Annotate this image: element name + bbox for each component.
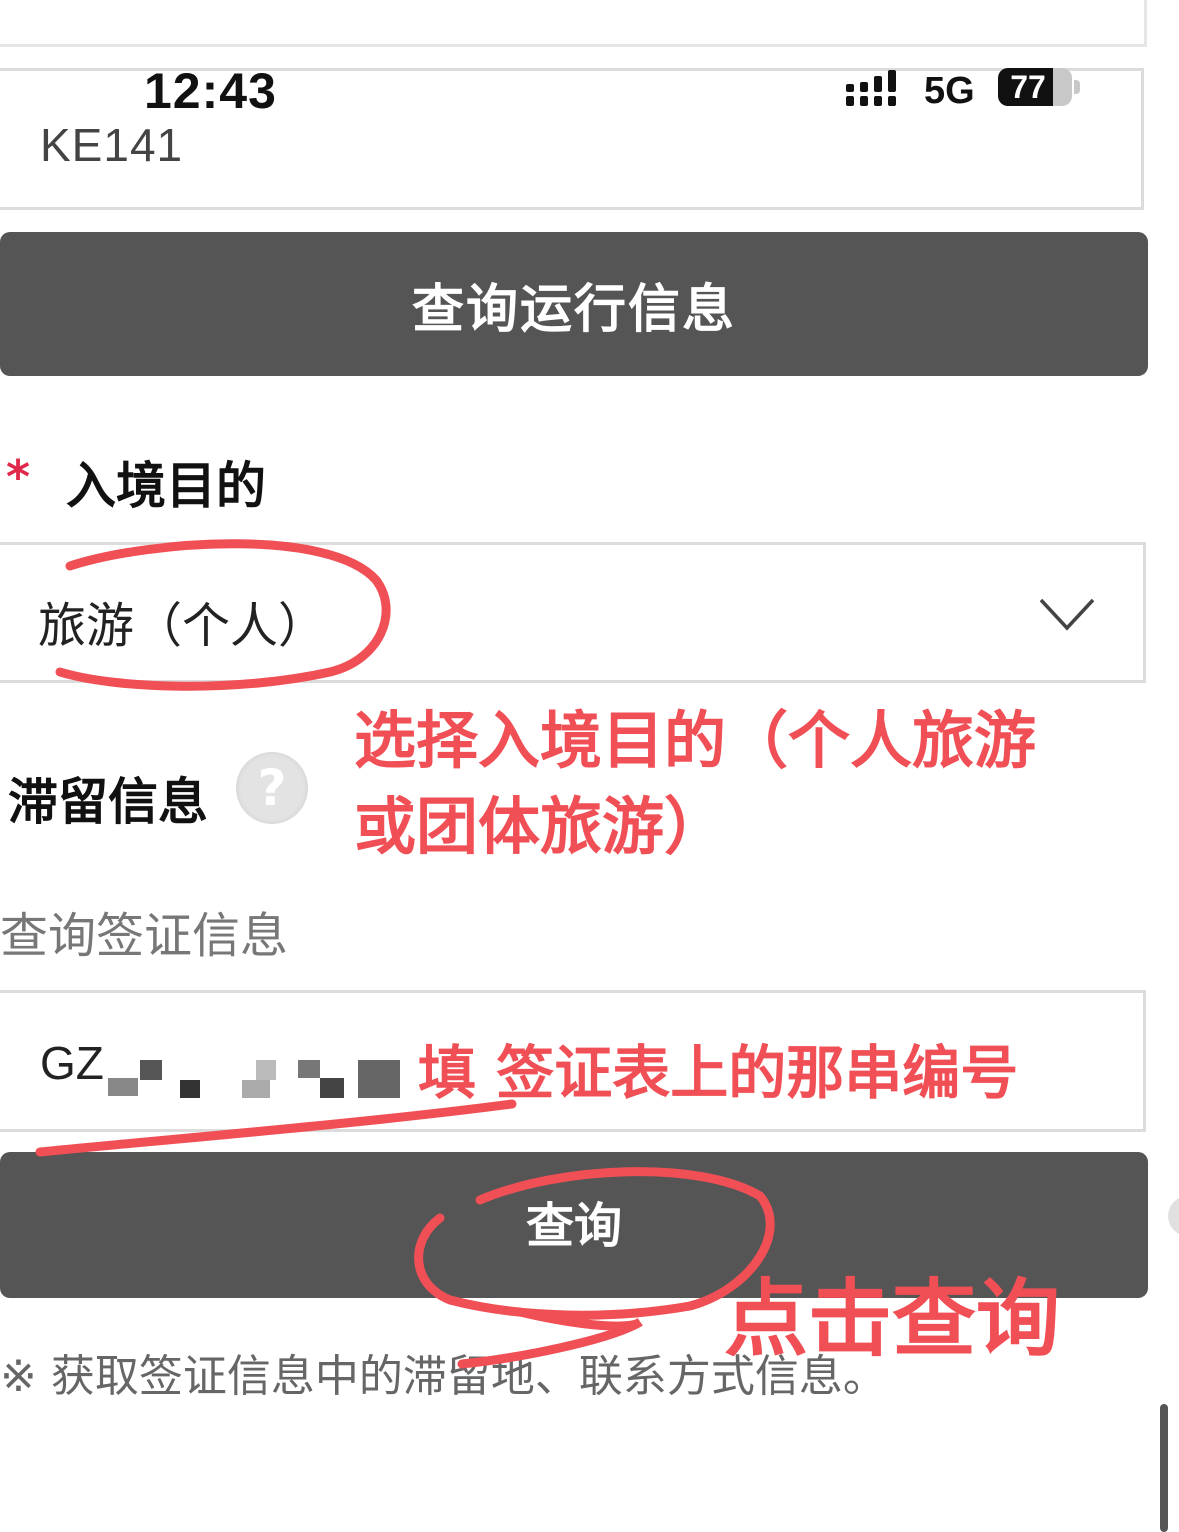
stay-info-label: 滞留信息	[8, 773, 208, 831]
edge-handle	[1168, 1196, 1179, 1236]
annotation-fill-visa-number: 填 签证表上的那串编号	[418, 1039, 1019, 1107]
query-button-label: 查询	[525, 1198, 622, 1254]
annotation-select-purpose-line2: 或团体旅游）	[354, 790, 727, 863]
redacted-visa-digits	[108, 1056, 408, 1100]
network-type: 5G	[924, 70, 975, 112]
signal-icon	[846, 70, 896, 106]
required-mark: *	[6, 450, 31, 504]
annotation-click-query: 点击查询	[724, 1270, 1061, 1368]
chevron-down-icon[interactable]	[1038, 596, 1096, 634]
scrollbar-thumb[interactable]	[1160, 1404, 1168, 1532]
help-glyph: ?	[257, 759, 287, 817]
status-time: 12:43	[144, 63, 277, 119]
battery-tip	[1074, 80, 1080, 94]
help-icon[interactable]: ?	[236, 752, 308, 824]
battery-level: 77	[1010, 69, 1046, 105]
annotation-select-purpose-line1: 选择入境目的（个人旅游	[354, 704, 1037, 777]
flight-number-value: KE141	[40, 119, 184, 171]
previous-field	[0, 0, 1147, 47]
query-flight-info-button[interactable]: 查询运行信息	[0, 232, 1148, 376]
entry-purpose-value: 旅游（个人）	[38, 598, 327, 654]
visa-number-value: GZ	[40, 1037, 104, 1089]
entry-purpose-label: 入境目的	[66, 457, 266, 515]
visa-query-label: 查询签证信息	[0, 908, 289, 964]
